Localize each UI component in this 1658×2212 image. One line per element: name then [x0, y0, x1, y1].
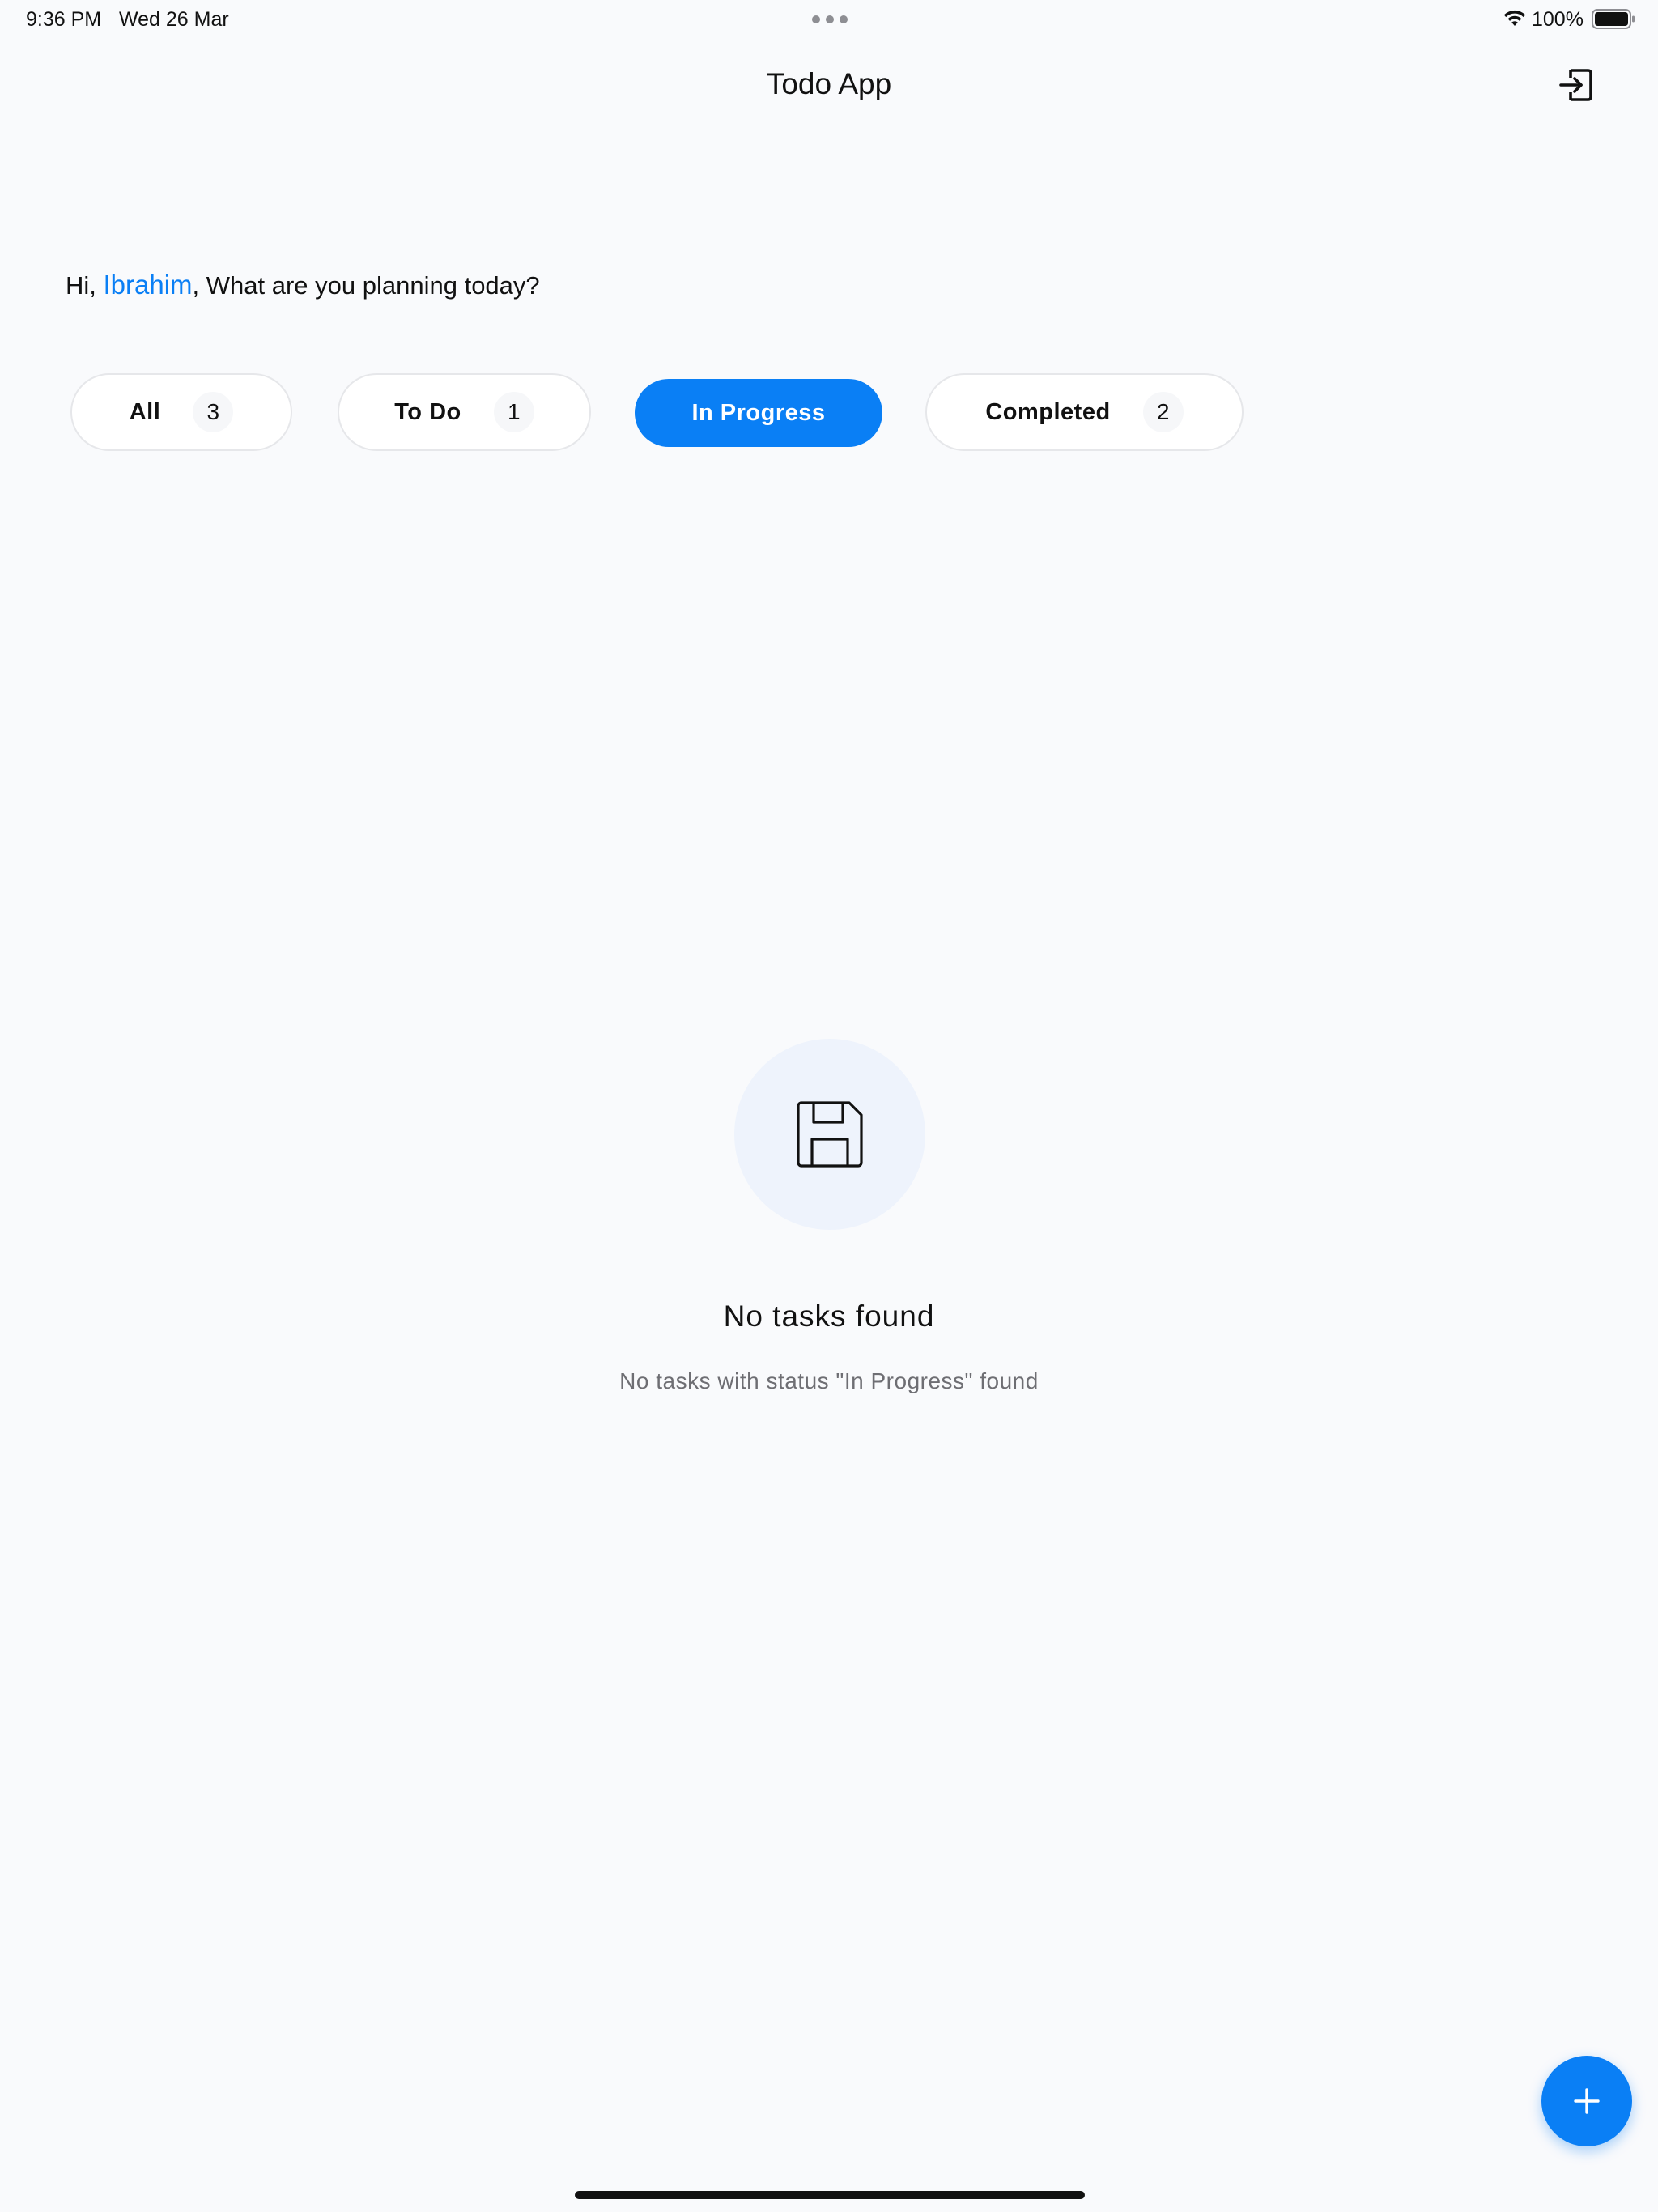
wifi-icon	[1503, 10, 1526, 26]
greeting-suffix: , What are you planning today?	[192, 271, 540, 300]
battery-percentage: 100%	[1532, 8, 1584, 31]
battery-icon	[1592, 9, 1635, 29]
tab-all[interactable]: All 3	[70, 373, 292, 451]
tab-label: All	[129, 398, 161, 425]
tab-count-badge: 3	[193, 392, 234, 432]
add-task-button[interactable]	[1541, 2056, 1632, 2146]
greeting-text: Hi, Ibrahim, What are you planning today…	[66, 267, 540, 304]
tab-in-progress[interactable]: In Progress	[635, 379, 882, 447]
plus-icon	[1574, 2088, 1600, 2114]
status-time: 9:36 PM	[26, 8, 102, 31]
logout-icon	[1559, 69, 1592, 101]
status-date: Wed 26 Mar	[119, 8, 229, 31]
tab-label: Completed	[985, 398, 1111, 425]
greeting-prefix: Hi,	[66, 271, 104, 300]
home-indicator[interactable]	[575, 2191, 1085, 2199]
page-title: Todo App	[766, 67, 892, 100]
tab-count-badge: 2	[1142, 392, 1184, 432]
tab-label: To Do	[394, 398, 461, 425]
tab-label: In Progress	[691, 399, 826, 426]
tab-to-do[interactable]: To Do 1	[338, 373, 591, 451]
user-name: Ibrahim	[103, 270, 193, 300]
multitasking-dots-icon[interactable]	[812, 15, 848, 23]
logout-button[interactable]	[1558, 66, 1595, 104]
empty-state-subtitle: No tasks with status "In Progress" found	[619, 1368, 1039, 1393]
tab-count-badge: 1	[493, 392, 534, 432]
empty-state-icon-container	[734, 1039, 925, 1230]
tab-completed[interactable]: Completed 2	[925, 373, 1244, 451]
empty-state-title: No tasks found	[723, 1300, 935, 1333]
save-icon	[797, 1101, 863, 1168]
